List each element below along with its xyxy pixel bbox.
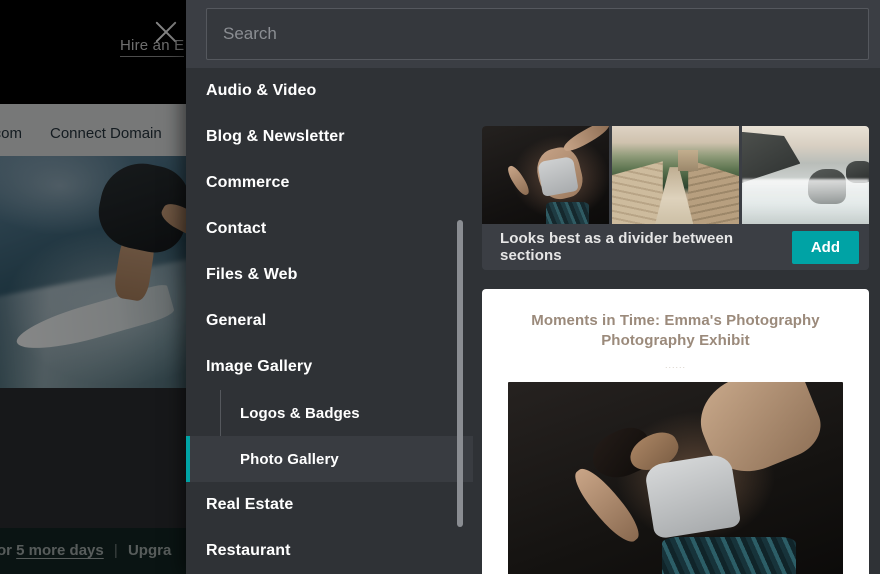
preview-card-divider-strip[interactable]: Looks best as a divider between sections… xyxy=(482,126,869,270)
sidebar-item-logos-badges[interactable]: Logos & Badges xyxy=(186,390,473,436)
search-input[interactable] xyxy=(206,8,869,60)
dancer-plaid-skirt xyxy=(545,202,589,224)
promo-prefix: for xyxy=(0,542,12,559)
title-divider-dots: ...... xyxy=(664,359,686,370)
sidebar-item-restaurant[interactable]: Restaurant xyxy=(186,528,473,574)
slideshow-title: Moments in Time: Emma's Photography Phot… xyxy=(508,311,843,352)
dancer-photo xyxy=(482,126,609,224)
category-scroll-area: Audio & Video Blog & Newsletter Commerce… xyxy=(186,68,473,574)
sidebar-item-photo-gallery[interactable]: Photo Gallery xyxy=(186,436,473,482)
sea-surf-foam xyxy=(742,178,869,224)
panel-body: Audio & Video Blog & Newsletter Commerce… xyxy=(186,68,880,574)
sidebar-item-real-estate[interactable]: Real Estate xyxy=(186,482,473,528)
promo-text: for 5 more days | Upgra xyxy=(0,542,171,559)
slideshow-title-line-2: Photography Exhibit xyxy=(601,332,750,350)
dancer-plaid-skirt xyxy=(662,537,797,574)
sidebar-item-label: Logos & Badges xyxy=(240,404,360,422)
add-button[interactable]: Add xyxy=(791,230,859,264)
sidebar-item-label: Real Estate xyxy=(206,496,294,513)
hire-expert-link[interactable]: Hire an E xyxy=(120,37,185,57)
sidebar-item-contact[interactable]: Contact xyxy=(186,206,473,252)
wall-watchtower xyxy=(678,149,699,172)
image-gallery-subgroup: Logos & Badges Photo Gallery xyxy=(186,390,473,482)
sidebar-item-label: Image Gallery xyxy=(206,358,313,375)
screen: Hire an E s.com Connect Domain for 5 mor… xyxy=(0,0,880,574)
preview-card-slideshow[interactable]: Moments in Time: Emma's Photography Phot… xyxy=(482,289,869,574)
card-caption: Looks best as a divider between sections xyxy=(500,230,734,264)
category-scrollbar-thumb[interactable] xyxy=(457,220,463,527)
sidebar-item-label: Restaurant xyxy=(206,542,291,559)
sidebar-item-label: Commerce xyxy=(206,174,290,191)
dancer-arm-upper xyxy=(560,126,609,155)
dancer-crop-top xyxy=(643,453,742,540)
add-section-panel: Audio & Video Blog & Newsletter Commerce… xyxy=(186,0,880,574)
sidebar-item-label: Audio & Video xyxy=(206,82,317,99)
slideshow-title-line-1: Moments in Time: Emma's Photography xyxy=(531,312,820,329)
sidebar-item-commerce[interactable]: Commerce xyxy=(186,160,473,206)
sidebar-item-label: Contact xyxy=(206,220,267,237)
sidebar-item-files-web[interactable]: Files & Web xyxy=(186,252,473,298)
wall-left-rampart xyxy=(612,161,663,224)
seascape-photo xyxy=(742,126,869,224)
dancer-arm-lower xyxy=(505,163,533,198)
site-domain-text: s.com xyxy=(0,125,23,142)
sidebar-item-label: Photo Gallery xyxy=(240,450,339,468)
preview-list: Looks best as a divider between sections… xyxy=(473,68,880,574)
sidebar-item-label: Files & Web xyxy=(206,266,298,283)
image-strip xyxy=(482,126,869,224)
connect-domain-link[interactable]: Connect Domain xyxy=(50,125,162,142)
slideshow-preview: Moments in Time: Emma's Photography Phot… xyxy=(482,289,869,574)
sidebar-item-general[interactable]: General xyxy=(186,298,473,344)
promo-days-link[interactable]: 5 more days xyxy=(16,542,104,559)
sidebar-item-label: General xyxy=(206,312,267,329)
card-footer: Looks best as a divider between sections… xyxy=(482,224,869,270)
sidebar-item-image-gallery[interactable]: Image Gallery xyxy=(186,344,473,390)
promo-separator: | xyxy=(113,542,118,559)
sidebar-item-label: Blog & Newsletter xyxy=(206,128,345,145)
great-wall-photo xyxy=(612,126,739,224)
search-bar-zone xyxy=(186,0,880,68)
promo-upgrade-link[interactable]: Upgra xyxy=(128,542,171,559)
sidebar-item-audio-video[interactable]: Audio & Video xyxy=(186,68,473,114)
category-list: Audio & Video Blog & Newsletter Commerce… xyxy=(186,68,473,574)
sidebar-item-blog-newsletter[interactable]: Blog & Newsletter xyxy=(186,114,473,160)
sea-cliff xyxy=(742,131,801,183)
dancer-photo-large: MB xyxy=(508,381,843,574)
